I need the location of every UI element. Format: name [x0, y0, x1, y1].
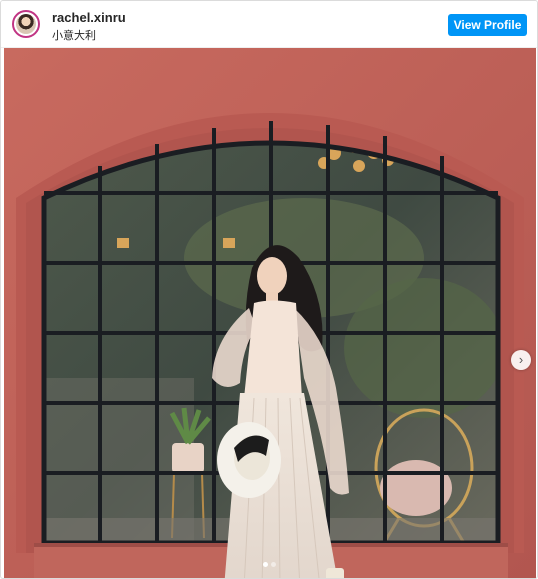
carousel-dot	[271, 562, 276, 567]
carousel-next-button[interactable]: ›	[511, 350, 531, 370]
location-link[interactable]: 小意大利	[52, 27, 96, 43]
carousel-indicator	[263, 562, 279, 568]
username-link[interactable]: rachel.xinru	[52, 10, 126, 25]
post-header: rachel.xinru 小意大利 View Profile	[1, 1, 537, 48]
carousel-dot-active	[263, 562, 268, 567]
post-photo[interactable]: ›	[4, 48, 536, 578]
view-profile-button[interactable]: View Profile	[448, 14, 527, 36]
profile-avatar[interactable]	[12, 10, 40, 38]
photo-scene	[4, 48, 536, 578]
avatar-image	[16, 14, 36, 34]
chevron-right-icon: ›	[518, 352, 524, 367]
instagram-embed-card: rachel.xinru 小意大利 View Profile ›	[0, 0, 538, 579]
